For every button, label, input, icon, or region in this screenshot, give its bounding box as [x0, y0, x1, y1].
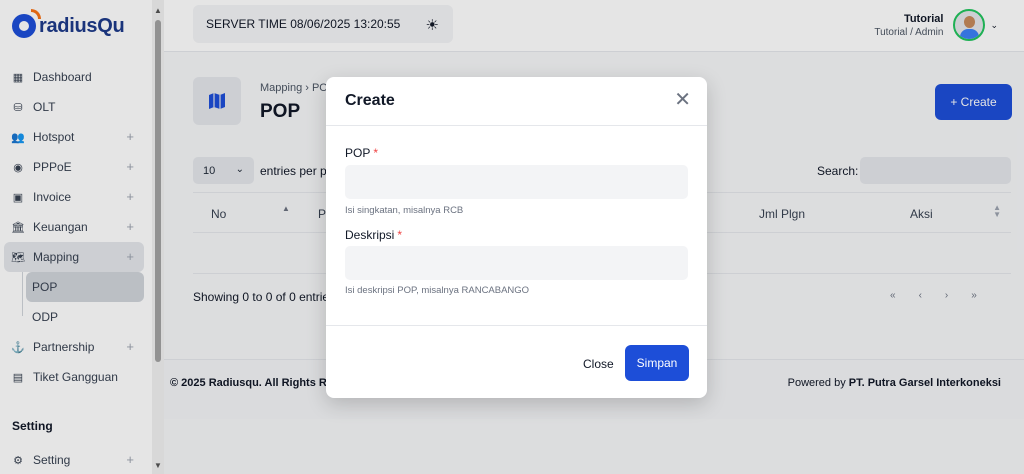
- required-marker: *: [397, 228, 403, 242]
- deskripsi-input[interactable]: [345, 246, 688, 280]
- pop-input[interactable]: [345, 165, 688, 199]
- modal-title: Create: [345, 92, 395, 109]
- pop-field-label: POP *: [345, 146, 378, 160]
- pop-hint: Isi singkatan, misalnya RCB: [345, 205, 464, 216]
- modal-footer: Close Simpan: [326, 325, 707, 398]
- create-modal: Create ✕ POP * Isi singkatan, misalnya RC…: [326, 77, 707, 398]
- close-button[interactable]: Close: [583, 357, 614, 371]
- pop-label-text: POP: [345, 146, 371, 160]
- required-marker: *: [373, 146, 379, 160]
- deskripsi-hint: Isi deskripsi POP, misalnya RANCABANGO: [345, 285, 530, 296]
- deskripsi-label-text: Deskripsi: [345, 228, 395, 242]
- close-icon[interactable]: ✕: [674, 90, 691, 110]
- deskripsi-field-label: Deskripsi *: [345, 228, 402, 242]
- modal-header: Create ✕: [326, 77, 707, 126]
- save-button[interactable]: Simpan: [625, 345, 689, 381]
